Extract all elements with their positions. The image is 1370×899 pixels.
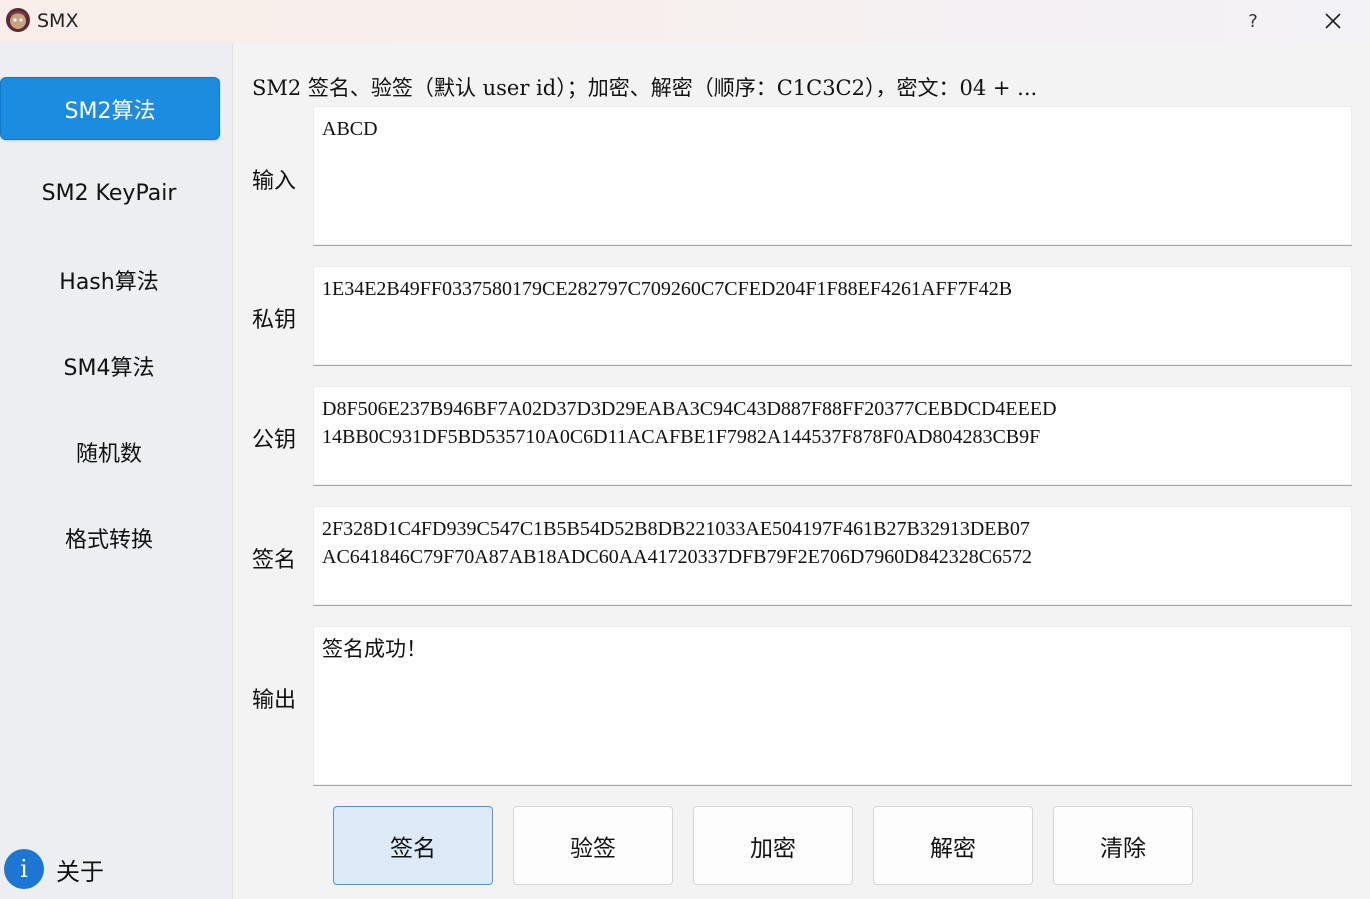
nav-item-sm4[interactable]: SM4算法 — [0, 335, 218, 396]
public-key-textarea[interactable]: D8F506E237B946BF7A02D37D3D29EABA3C94C43D… — [313, 386, 1352, 486]
private-key-label: 私钥 — [252, 308, 297, 333]
sign-button[interactable]: 签名 — [333, 806, 493, 885]
public-key-label: 公钥 — [252, 428, 297, 453]
verify-button[interactable]: 验签 — [513, 806, 673, 885]
input-label: 输入 — [252, 169, 297, 194]
signature-label: 签名 — [252, 548, 297, 573]
main-panel: SM2 签名、验签（默认 user id）；加密、解密（顺序：C1C3C2），密… — [233, 43, 1370, 899]
input-textarea[interactable]: ABCD — [313, 106, 1352, 246]
nav-item-format-convert[interactable]: 格式转换 — [0, 507, 218, 568]
output-label: 输出 — [252, 688, 297, 713]
nav-item-hash[interactable]: Hash算法 — [0, 249, 218, 310]
decrypt-button[interactable]: 解密 — [873, 806, 1033, 885]
about-label: 关于 — [56, 857, 104, 886]
help-button[interactable]: ? — [1230, 6, 1276, 36]
about-button[interactable]: i 关于 — [4, 849, 104, 889]
nav-item-random[interactable]: 随机数 — [0, 421, 218, 482]
nav-item-sm2[interactable]: SM2算法 — [0, 77, 220, 140]
title-bar: SMX ? — [0, 0, 1370, 43]
info-icon: i — [4, 849, 44, 889]
signature-textarea[interactable]: 2F328D1C4FD939C547C1B5B54D52B8DB221033AE… — [313, 506, 1352, 606]
app-logo-icon — [6, 8, 30, 32]
close-icon — [1325, 13, 1341, 29]
output-textarea[interactable]: 签名成功！ — [313, 626, 1352, 786]
private-key-textarea[interactable]: 1E34E2B49FF0337580179CE282797C709260C7CF… — [313, 266, 1352, 366]
algorithm-description: SM2 签名、验签（默认 user id）；加密、解密（顺序：C1C3C2），密… — [252, 76, 1038, 100]
sidebar: SM2算法 SM2 KeyPair Hash算法 SM4算法 随机数 格式转换 … — [0, 43, 233, 899]
encrypt-button[interactable]: 加密 — [693, 806, 853, 885]
window-title: SMX — [37, 10, 79, 32]
clear-button[interactable]: 清除 — [1053, 806, 1193, 885]
close-button[interactable] — [1310, 6, 1356, 36]
nav-item-sm2-keypair[interactable]: SM2 KeyPair — [0, 163, 218, 224]
